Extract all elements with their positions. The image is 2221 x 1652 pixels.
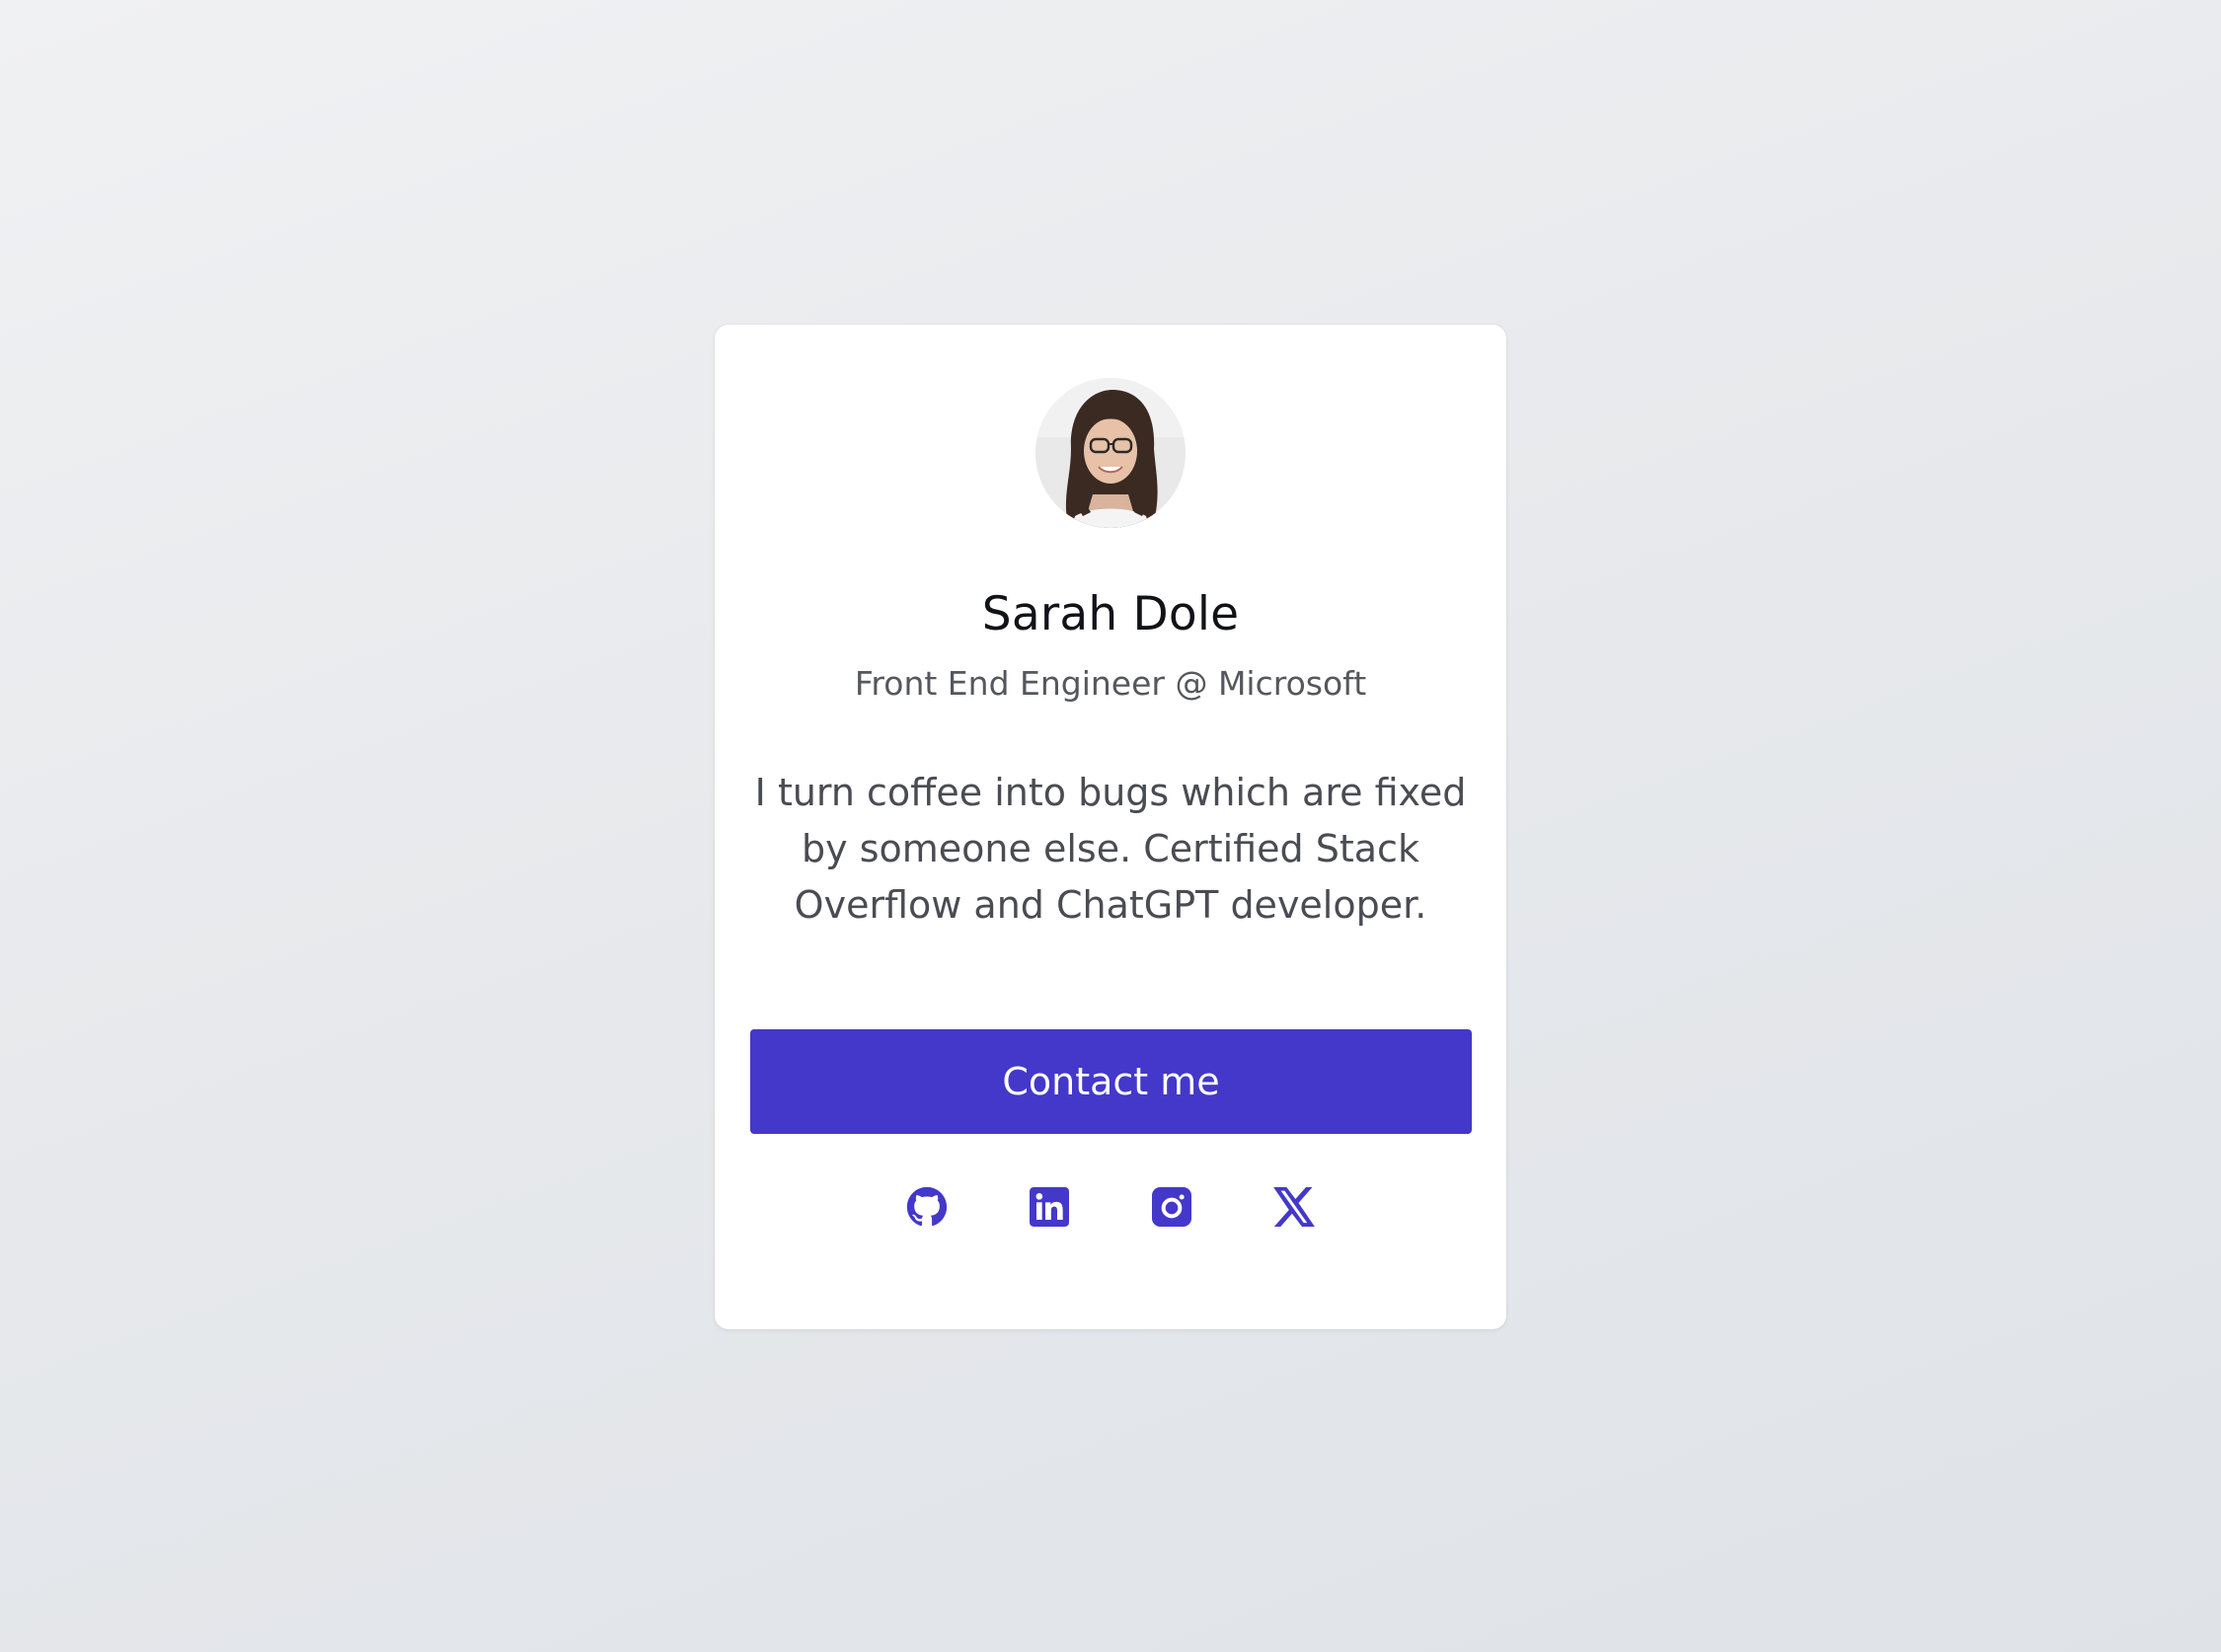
profile-role: Front End Engineer @ Microsoft [854,664,1367,703]
profile-card: Sarah Dole Front End Engineer @ Microsof… [715,325,1506,1329]
github-link[interactable] [905,1185,949,1229]
x-link[interactable] [1272,1185,1316,1229]
social-links [715,1179,1506,1235]
contact-button[interactable]: Contact me [750,1029,1472,1134]
github-icon [906,1186,948,1227]
profile-bio: I turn coffee into bugs which are fixed … [754,771,1467,927]
linkedin-icon [1030,1187,1069,1227]
linkedin-link[interactable] [1028,1185,1071,1229]
instagram-link[interactable] [1150,1185,1193,1229]
avatar-photo [1035,378,1186,528]
avatar [1035,378,1186,528]
x-icon [1273,1187,1315,1227]
profile-name: Sarah Dole [981,587,1240,641]
instagram-icon [1152,1187,1191,1227]
